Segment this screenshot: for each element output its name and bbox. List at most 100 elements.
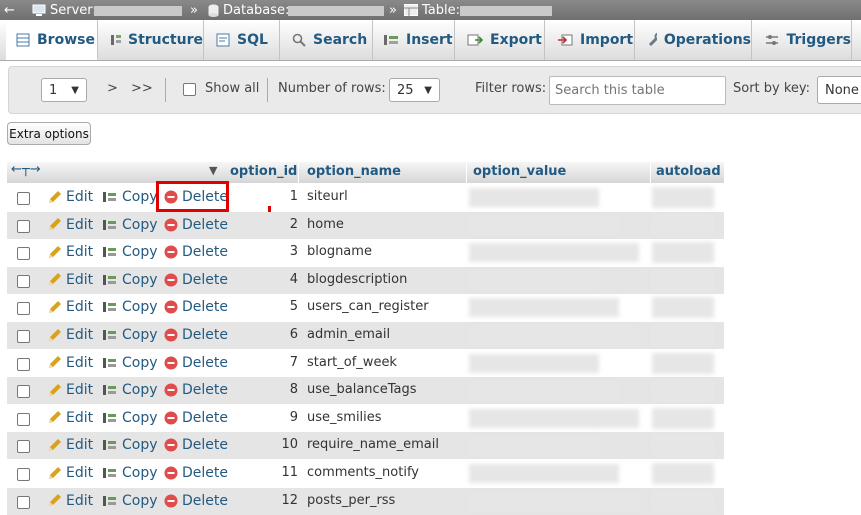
row-checkbox[interactable] xyxy=(17,440,30,454)
delete-link[interactable]: Delete xyxy=(164,382,228,398)
row-checkbox[interactable] xyxy=(17,219,30,233)
edit-link[interactable]: Edit xyxy=(47,382,93,398)
copy-link[interactable]: Copy xyxy=(102,493,158,509)
redacted-autoload xyxy=(652,214,714,236)
copy-link[interactable]: Copy xyxy=(102,272,158,288)
import-icon xyxy=(558,34,573,46)
row-checkbox[interactable] xyxy=(17,192,30,205)
breadcrumb-database[interactable]: Database: xyxy=(208,2,289,18)
sort-triangle-icon[interactable]: ▼ xyxy=(209,164,217,177)
edit-link[interactable]: Edit xyxy=(47,327,93,343)
redacted-value xyxy=(469,408,639,428)
edit-link[interactable]: Edit xyxy=(47,272,93,288)
tab-export[interactable]: Export xyxy=(455,20,545,60)
edit-link[interactable]: Edit xyxy=(47,299,93,315)
tab-browse[interactable]: Browse xyxy=(6,20,98,60)
page-select[interactable]: 1 ▼ xyxy=(41,78,87,102)
copy-link[interactable]: Copy xyxy=(102,355,158,371)
row-checkbox[interactable] xyxy=(17,330,30,343)
edit-link[interactable]: Edit xyxy=(47,410,93,426)
tab-sql[interactable]: SQL xyxy=(204,20,280,60)
row-checkbox[interactable] xyxy=(17,385,30,399)
table-row: Edit Copy Delete 9 use_smilies xyxy=(7,404,724,432)
pencil-icon xyxy=(49,383,61,396)
row-checkbox[interactable] xyxy=(17,274,30,288)
tab-import[interactable]: Import xyxy=(545,20,635,60)
copy-link[interactable]: Copy xyxy=(102,382,158,398)
copy-link[interactable]: Copy xyxy=(102,217,158,233)
row-checkbox[interactable] xyxy=(17,412,30,426)
column-autoload[interactable]: autoload xyxy=(656,164,721,179)
back-arrow[interactable]: ← xyxy=(4,2,15,18)
column-option-value[interactable]: option_value xyxy=(473,164,566,179)
edit-link[interactable]: Edit xyxy=(47,189,93,205)
delete-link[interactable]: Delete xyxy=(164,299,228,315)
delete-link[interactable]: Delete xyxy=(164,465,228,481)
edit-link[interactable]: Edit xyxy=(47,437,93,453)
row-checkbox[interactable] xyxy=(17,495,30,509)
copy-link[interactable]: Copy xyxy=(102,244,158,260)
breadcrumb-table[interactable]: Table: xyxy=(404,2,460,18)
last-page-button[interactable]: >> xyxy=(131,81,153,96)
edit-link[interactable]: Edit xyxy=(47,244,93,260)
edit-link[interactable]: Edit xyxy=(47,217,93,233)
delete-link[interactable]: Delete xyxy=(164,437,228,453)
row-checkbox[interactable] xyxy=(17,302,30,316)
next-page-button[interactable]: > xyxy=(107,81,118,96)
option-id-cell: 7 xyxy=(289,354,298,370)
delete-link[interactable]: Delete xyxy=(164,217,228,233)
insert-icon xyxy=(384,35,398,45)
copy-link[interactable]: Copy xyxy=(102,410,158,426)
option-name-cell: use_balanceTags xyxy=(307,382,417,398)
edit-link[interactable]: Edit xyxy=(47,355,93,371)
delete-icon xyxy=(164,218,178,232)
option-name-cell: home xyxy=(307,216,344,232)
delete-link[interactable]: Delete xyxy=(164,327,228,343)
delete-link[interactable]: Delete xyxy=(164,244,228,260)
filter-input[interactable] xyxy=(549,76,726,105)
option-id-cell: 2 xyxy=(289,216,298,232)
copy-link[interactable]: Copy xyxy=(102,327,158,343)
edit-link[interactable]: Edit xyxy=(47,493,93,509)
row-checkbox[interactable] xyxy=(17,468,30,481)
tab-insert[interactable]: Insert xyxy=(373,20,455,60)
cursor-mark xyxy=(268,206,271,212)
tab-triggers[interactable]: Triggers xyxy=(752,20,852,60)
delete-link[interactable]: Delete xyxy=(164,493,228,509)
tab-operations[interactable]: Operations xyxy=(635,20,752,60)
rows-select[interactable]: 25 ▼ xyxy=(389,78,440,102)
option-name-cell: start_of_week xyxy=(307,354,397,370)
column-option-name[interactable]: option_name xyxy=(307,164,401,179)
divider xyxy=(267,78,268,102)
pencil-icon xyxy=(49,300,61,313)
pencil-icon xyxy=(49,273,61,286)
delete-link[interactable]: Delete xyxy=(164,410,228,426)
copy-link[interactable]: Copy xyxy=(102,299,158,315)
column-resize-handle[interactable]: ←┬→ xyxy=(11,162,41,177)
copy-icon xyxy=(103,192,116,202)
option-id-cell: 9 xyxy=(289,409,298,425)
copy-link[interactable]: Copy xyxy=(102,189,158,205)
extra-options-button[interactable]: Extra options xyxy=(7,122,91,145)
tab-structure[interactable]: Structure xyxy=(98,20,204,60)
delete-link[interactable]: Delete xyxy=(164,272,228,288)
delete-highlight-box xyxy=(156,181,229,212)
table-row: Edit Copy Delete 7 start_of_week xyxy=(7,349,724,377)
row-checkbox[interactable] xyxy=(17,247,30,261)
copy-icon xyxy=(103,357,116,368)
tab-search[interactable]: Search xyxy=(280,20,373,60)
copy-link[interactable]: Copy xyxy=(102,465,158,481)
show-all-checkbox[interactable] xyxy=(183,83,196,96)
redacted-autoload xyxy=(652,269,714,291)
row-checkbox[interactable] xyxy=(17,357,30,371)
edit-link[interactable]: Edit xyxy=(47,465,93,481)
structure-icon xyxy=(111,35,121,45)
copy-link[interactable]: Copy xyxy=(102,437,158,453)
chevron-down-icon: ▼ xyxy=(424,84,432,96)
redacted-autoload xyxy=(652,187,714,208)
column-option-id[interactable]: option_id xyxy=(230,164,297,179)
breadcrumb-server[interactable]: Server: xyxy=(32,2,97,18)
delete-link[interactable]: Delete xyxy=(164,355,228,371)
option-name-cell: blogname xyxy=(307,244,372,260)
sort-select[interactable]: None xyxy=(817,76,861,104)
